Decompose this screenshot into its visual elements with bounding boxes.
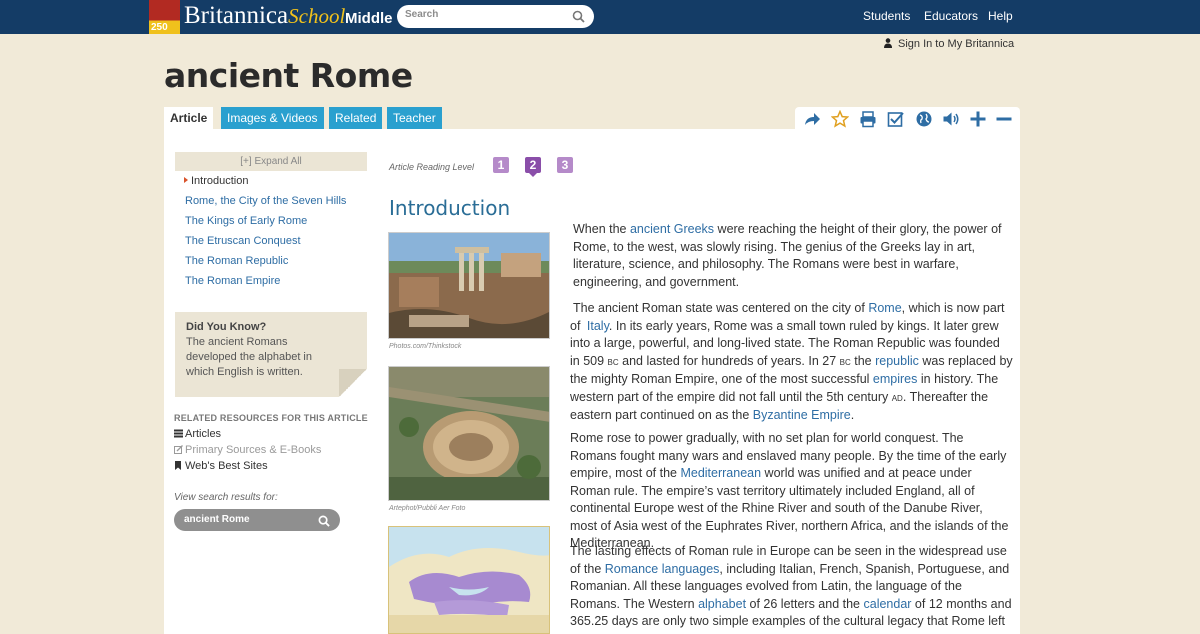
nav-educators[interactable]: Educators (924, 9, 978, 23)
person-icon (884, 38, 892, 51)
checklist-icon[interactable] (887, 110, 905, 128)
link-ancient-greeks[interactable]: ancient Greeks (630, 222, 714, 236)
reading-level-1[interactable]: 1 (493, 157, 509, 173)
reading-level-2[interactable]: 2 (525, 157, 541, 177)
section-heading: Introduction (389, 196, 511, 220)
link-rome[interactable]: Rome (868, 301, 901, 315)
nav-students[interactable]: Students (863, 9, 910, 23)
edit-icon (174, 445, 183, 454)
search-icon[interactable] (572, 10, 585, 28)
resource-web-best-sites[interactable]: Web's Best Sites (174, 460, 268, 472)
toc-item-republic[interactable]: The Roman Republic (185, 254, 346, 274)
paragraph-3-text: Rome rose to power gradually, with no se… (570, 431, 1009, 550)
page-fold-decoration (339, 369, 367, 397)
speaker-icon[interactable] (942, 110, 960, 128)
paragraph-4: The lasting effects of Roman rule in Eur… (570, 544, 1012, 634)
print-icon[interactable] (859, 110, 877, 128)
sidebar-search-input[interactable] (184, 514, 314, 525)
tab-article[interactable]: Article (164, 107, 214, 129)
roman-forum-photo[interactable] (388, 232, 550, 339)
link-empires[interactable]: empires (873, 372, 917, 386)
did-you-know-title: Did You Know? (186, 321, 267, 333)
reading-level-3[interactable]: 3 (557, 157, 573, 173)
view-search-label: View search results for: (174, 492, 278, 503)
share-icon[interactable] (803, 110, 821, 128)
toc-item-kings[interactable]: The Kings of Early Rome (185, 214, 346, 234)
expand-all-button[interactable]: [+] Expand All (175, 152, 367, 171)
search-input[interactable] (405, 9, 565, 20)
plus-icon[interactable] (969, 110, 987, 128)
related-resources-heading: RELATED RESOURCES FOR THIS ARTICLE (174, 413, 368, 423)
page-title: ancient Rome (164, 56, 413, 95)
toc-item-introduction[interactable]: Introduction (185, 174, 346, 194)
header-search[interactable] (397, 5, 594, 28)
roman-empire-map[interactable] (388, 526, 550, 634)
sidebar-search[interactable] (174, 509, 340, 531)
link-italy[interactable]: Italy (587, 319, 609, 333)
list-icon (174, 429, 183, 438)
nav-help[interactable]: Help (988, 9, 1013, 23)
tab-teacher[interactable]: Teacher (387, 107, 442, 129)
link-alphabet[interactable]: alphabet (698, 597, 746, 611)
britannica-logo[interactable]: BritannicaSchool (184, 2, 345, 30)
toc-item-seven-hills[interactable]: Rome, the City of the Seven Hills (185, 194, 346, 214)
signin-link[interactable]: Sign In to My Britannica (884, 38, 1014, 51)
did-you-know-text: The ancient Romans developed the alphabe… (186, 336, 312, 378)
top-navigation-bar: 250 BritannicaSchool Middle Students Edu… (0, 0, 1200, 34)
paragraph-1: When the ancient Greeks were reaching th… (573, 222, 1002, 289)
anniversary-badge: 250 (149, 0, 180, 34)
colosseum-aerial-photo[interactable] (388, 366, 550, 501)
paragraph-3: Rome rose to power gradually, with no se… (570, 430, 1013, 553)
photo-credit-2: Artephot/Pubbli Aer Foto (389, 505, 466, 512)
reading-level-label: Article Reading Level (389, 162, 475, 172)
link-byzantine-empire[interactable]: Byzantine Empire (753, 408, 851, 422)
toc-item-empire[interactable]: The Roman Empire (185, 274, 346, 294)
article-toolbar (795, 107, 1020, 129)
minus-icon[interactable] (995, 110, 1013, 128)
link-calendar[interactable]: calendar (864, 597, 912, 611)
link-mediterranean[interactable]: Mediterranean (680, 466, 761, 480)
table-of-contents: Introduction Rome, the City of the Seven… (185, 174, 346, 294)
level-label: Middle (345, 10, 393, 27)
tab-related[interactable]: Related (329, 107, 383, 129)
globe-icon[interactable] (915, 110, 933, 128)
toc-item-etruscan[interactable]: The Etruscan Conquest (185, 234, 346, 254)
link-romance-languages[interactable]: Romance languages (605, 562, 720, 576)
link-republic[interactable]: republic (875, 354, 919, 368)
photo-credit-1: Photos.com/Thinkstock (389, 343, 462, 350)
resource-primary-sources[interactable]: Primary Sources & E-Books (174, 444, 321, 456)
resource-articles[interactable]: Articles (174, 428, 221, 440)
search-icon[interactable] (318, 514, 330, 532)
tab-images-videos[interactable]: Images & Videos (221, 107, 324, 129)
did-you-know-box: Did You Know? The ancient Romans develop… (175, 312, 367, 397)
star-icon[interactable] (830, 109, 850, 128)
bookmark-icon (174, 461, 183, 470)
paragraph-2: The ancient Roman state was centered on … (570, 301, 1013, 422)
